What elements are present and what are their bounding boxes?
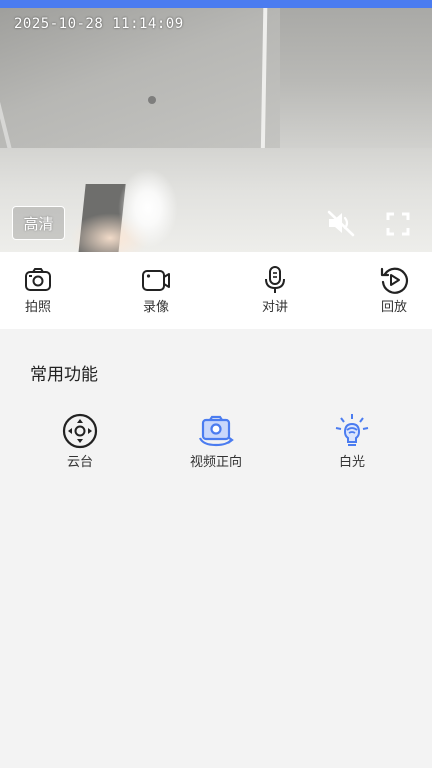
video-orientation-label: 视频正向 — [189, 455, 242, 470]
control-toolbar: 拍照 录像 对讲 回放 — [0, 252, 432, 329]
video-record-icon — [142, 270, 170, 291]
camera-icon — [25, 268, 51, 291]
intercom-label: 对讲 — [261, 300, 288, 315]
video-orientation-button[interactable]: 视频正向 — [171, 412, 261, 470]
microphone-icon — [265, 266, 285, 293]
intercom-button[interactable]: 对讲 — [245, 252, 305, 329]
speaker-muted-icon — [327, 210, 355, 237]
ptz-direction-icon — [62, 413, 98, 449]
record-button[interactable]: 录像 — [126, 252, 186, 329]
status-bar — [0, 0, 432, 8]
snapshot-button[interactable]: 拍照 — [8, 252, 68, 329]
video-preview[interactable]: 2025-10-28 11:14:09 高清 — [0, 8, 432, 252]
ptz-button[interactable]: 云台 — [35, 412, 125, 470]
video-timestamp: 2025-10-28 11:14:09 — [14, 16, 184, 32]
camera-rotate-icon — [198, 415, 234, 447]
fullscreen-button[interactable] — [384, 210, 412, 238]
quality-button[interactable]: 高清 — [12, 206, 65, 240]
ptz-label: 云台 — [66, 455, 93, 470]
playback-label: 回放 — [380, 300, 407, 315]
snapshot-label: 拍照 — [24, 300, 51, 315]
fullscreen-icon — [386, 212, 410, 236]
white-light-button[interactable]: 白光 — [307, 412, 397, 470]
mute-button[interactable] — [326, 208, 356, 238]
section-title: 常用功能 — [30, 365, 98, 385]
record-label: 录像 — [142, 300, 169, 315]
playback-button[interactable]: 回放 — [364, 252, 424, 329]
light-bulb-icon — [335, 414, 369, 446]
white-light-label: 白光 — [338, 455, 365, 470]
playback-icon — [380, 267, 409, 294]
